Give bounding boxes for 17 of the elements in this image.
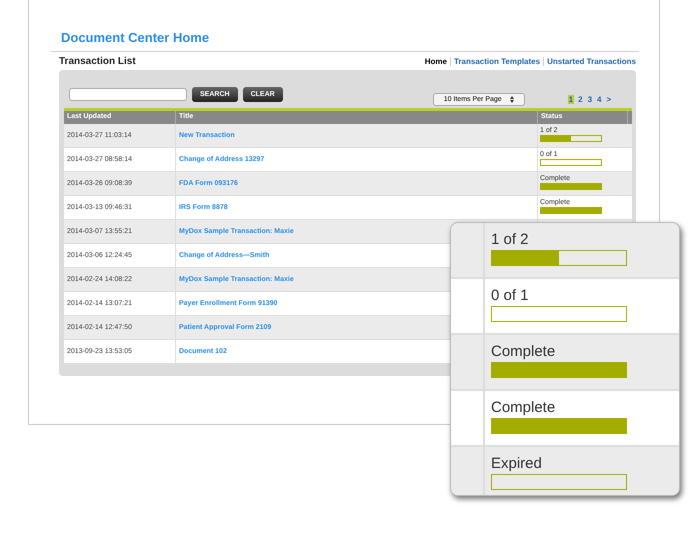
status-text: Complete xyxy=(491,343,556,360)
page-link[interactable]: > xyxy=(605,94,612,104)
section-title: Transaction List xyxy=(59,56,136,67)
nav-link[interactable]: Unstarted Transactions xyxy=(543,57,639,66)
stepper-icon xyxy=(510,96,514,102)
nav-link[interactable]: Home xyxy=(422,57,450,66)
search-field[interactable] xyxy=(69,88,187,100)
page-title: Document Center Home xyxy=(60,30,210,47)
page-link[interactable]: 2 xyxy=(577,94,584,104)
page-link[interactable]: 4 xyxy=(596,94,602,104)
page-link[interactable]: 1 xyxy=(568,94,574,104)
status-text: 0 of 1 xyxy=(491,287,530,304)
nav-link[interactable]: Transaction Templates xyxy=(450,57,544,66)
status-text: 1 of 2 xyxy=(491,231,530,248)
status-text: Expired xyxy=(491,455,543,472)
page-link[interactable]: 3 xyxy=(586,94,594,104)
status-text: Complete xyxy=(491,399,556,416)
